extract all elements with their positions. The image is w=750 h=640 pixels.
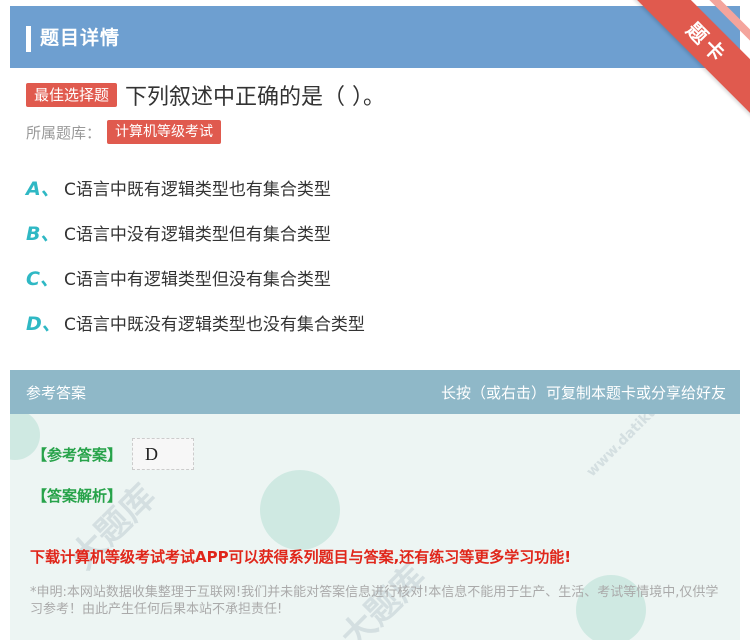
- disclaimer-text: *申明:本网站数据收集整理于互联网!我们并未能对答案信息进行核对!本信息不能用于…: [30, 585, 719, 617]
- option-text: C语言中有逻辑类型但没有集合类型: [64, 269, 331, 290]
- corner-ribbon-badge: 题卡: [630, 0, 750, 120]
- question-heading: 最佳选择题 下列叙述中正确的是（ ）。: [26, 80, 385, 110]
- question-type-tag: 最佳选择题: [26, 83, 118, 107]
- option-text: C语言中没有逻辑类型但有集合类型: [64, 224, 331, 245]
- watermark-logo-icon: [260, 470, 340, 550]
- source-tag[interactable]: 计算机等级考试: [107, 120, 222, 144]
- question-text: 下列叙述中正确的是（ ）。: [125, 85, 386, 110]
- option-d[interactable]: D、 C语言中既没有逻辑类型也没有集合类型: [26, 309, 365, 335]
- analysis-label: 【答案解析】: [32, 487, 123, 505]
- option-c[interactable]: C、 C语言中有逻辑类型但没有集合类型: [26, 264, 331, 290]
- answer-label: 【参考答案】: [32, 446, 123, 464]
- option-text: C语言中既有逻辑类型也有集合类型: [64, 179, 331, 200]
- option-letter: C、: [26, 267, 59, 290]
- answer-value-image: D: [132, 438, 194, 470]
- page-title: 题目详情: [40, 27, 121, 49]
- app-promo-text[interactable]: 下载计算机等级考试考试APP可以获得系列题目与答案,还有练习等更多学习功能!: [30, 546, 571, 567]
- option-a[interactable]: A、 C语言中既有逻辑类型也有集合类型: [26, 174, 331, 200]
- option-letter: D、: [26, 312, 61, 335]
- answer-panel: 大题库 大题库 www.datiku.com 参考答案 长按（或右击）可复制本题…: [10, 370, 740, 640]
- option-letter: B、: [26, 222, 60, 245]
- option-letter: A、: [26, 177, 60, 200]
- option-b[interactable]: B、 C语言中没有逻辑类型但有集合类型: [26, 219, 331, 245]
- source-label: 所属题库：: [26, 123, 102, 142]
- answer-header: 参考答案 长按（或右击）可复制本题卡或分享给好友: [10, 370, 740, 414]
- question-source: 所属题库： 计算机等级考试: [26, 120, 222, 144]
- header-accent-bar: [26, 26, 31, 52]
- share-hint: 长按（或右击）可复制本题卡或分享给好友: [440, 384, 726, 402]
- answer-header-title: 参考答案: [26, 384, 87, 402]
- option-text: C语言中既没有逻辑类型也没有集合类型: [64, 314, 365, 335]
